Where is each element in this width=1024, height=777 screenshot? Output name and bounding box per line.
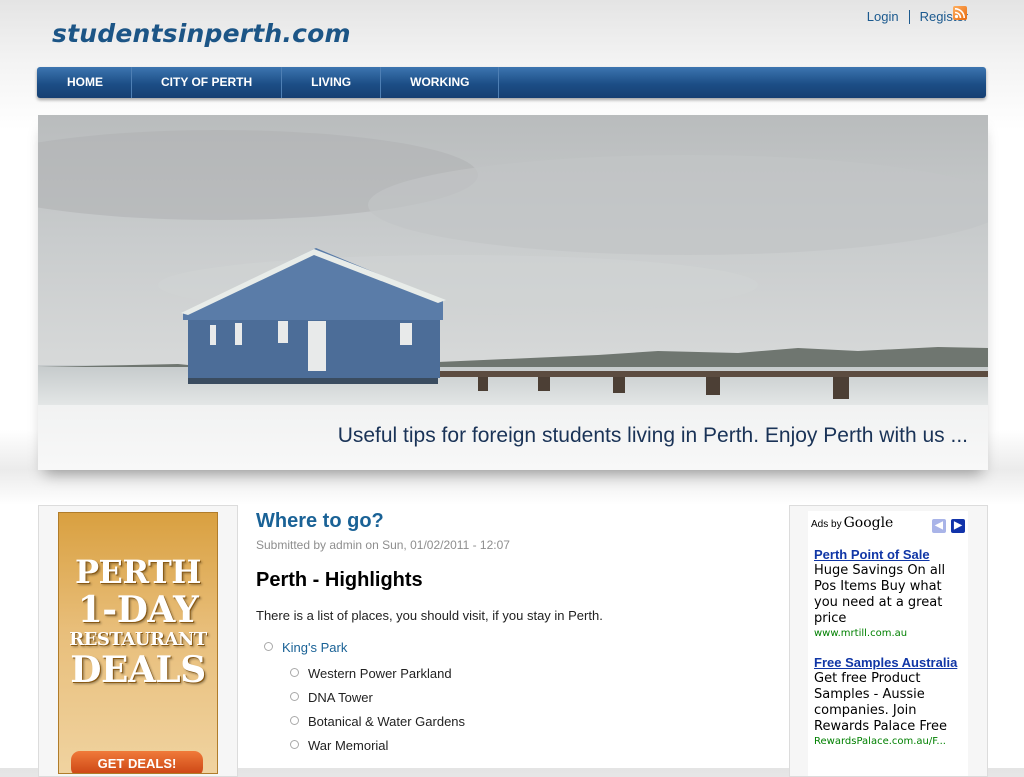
ad-line-3: RESTAURANT [69,629,207,650]
menu-item-city-of-perth[interactable]: CITY OF PERTH [132,67,283,98]
google-logo-text: Google [843,515,894,531]
list-item: King's Park Western Power Parkland DNA T… [256,640,776,762]
left-sidebar: PERTH 1-DAY RESTAURANT DEALS GET DEALS! [38,505,238,777]
list-item: War Memorial [282,738,776,762]
boathouse-photo [38,115,988,470]
site-logo-title[interactable]: studentsinperth.com [52,19,351,48]
place-name: DNA Tower [308,690,373,705]
places-list: King's Park Western Power Parkland DNA T… [256,640,776,762]
page-title[interactable]: Where to go? [256,510,776,533]
google-ads-block: Ads by Google ◀ ▶ Perth Point of Sale Hug… [808,511,968,776]
right-sidebar: Ads by Google ◀ ▶ Perth Point of Sale Hug… [789,505,988,777]
ads-by-text: Ads by [811,519,842,530]
ad-unit[interactable]: Perth Point of Sale Huge Savings On all … [814,547,966,641]
place-name: Western Power Parkland [308,666,452,681]
circle-bullet-icon [290,668,299,677]
ad-line-2: 1-DAY [77,589,199,631]
place-name: War Memorial [308,738,389,753]
ad-url[interactable]: RewardsPalace.com.au/F... [814,735,966,749]
list-item: Western Power Parkland [282,666,776,690]
ad-unit[interactable]: Free Samples Australia Get free Product … [814,655,966,749]
banner-tagline: Useful tips for foreign students living … [337,424,968,447]
ad-line-1: PERTH [74,553,202,591]
list-item: DNA Tower [282,690,776,714]
main-content: Where to go? Submitted by admin on Sun, … [256,510,776,762]
ad-description: Get free Product Samples - Aussie compan… [814,671,947,734]
circle-bullet-icon [290,740,299,749]
nav-divider [908,9,910,24]
section-heading: Perth - Highlights [256,569,423,591]
intro-text: There is a list of places, you should vi… [256,608,603,623]
menu-item-home[interactable]: HOME [37,67,132,98]
ad-title-link[interactable]: Perth Point of Sale [814,547,966,563]
kings-park-link[interactable]: King's Park [282,640,347,655]
ad-title-link[interactable]: Free Samples Australia [814,655,966,671]
menu-item-living[interactable]: LIVING [282,67,382,98]
list-item: Botanical & Water Gardens [282,714,776,738]
login-link[interactable]: Login [867,9,899,24]
menu-item-working[interactable]: WORKING [381,67,500,98]
circle-bullet-icon [290,716,299,725]
submitted-info: Submitted by admin on Sun, 01/02/2011 - … [256,538,510,552]
main-menu: HOME CITY OF PERTH LIVING WORKING [37,67,986,98]
ad-description: Huge Savings On all Pos Items Buy what y… [814,563,946,626]
ads-by-google-label[interactable]: Ads by Google [811,515,893,531]
restaurant-deals-ad[interactable]: PERTH 1-DAY RESTAURANT DEALS GET DEALS! [58,512,218,774]
circle-bullet-icon [290,692,299,701]
header-banner: Useful tips for foreign students living … [38,115,988,470]
sub-places-list: Western Power Parkland DNA Tower Botanic… [282,666,776,762]
ad-line-4: DEALS [70,649,206,691]
ad-prev-arrow-icon[interactable]: ◀ [932,519,946,533]
ad-next-arrow-icon[interactable]: ▶ [951,519,965,533]
place-name: Botanical & Water Gardens [308,714,466,729]
ad-url[interactable]: www.mrtill.com.au [814,627,966,641]
circle-bullet-icon [264,642,273,651]
get-deals-button[interactable]: GET DEALS! [71,751,203,773]
rss-icon[interactable] [953,6,967,20]
